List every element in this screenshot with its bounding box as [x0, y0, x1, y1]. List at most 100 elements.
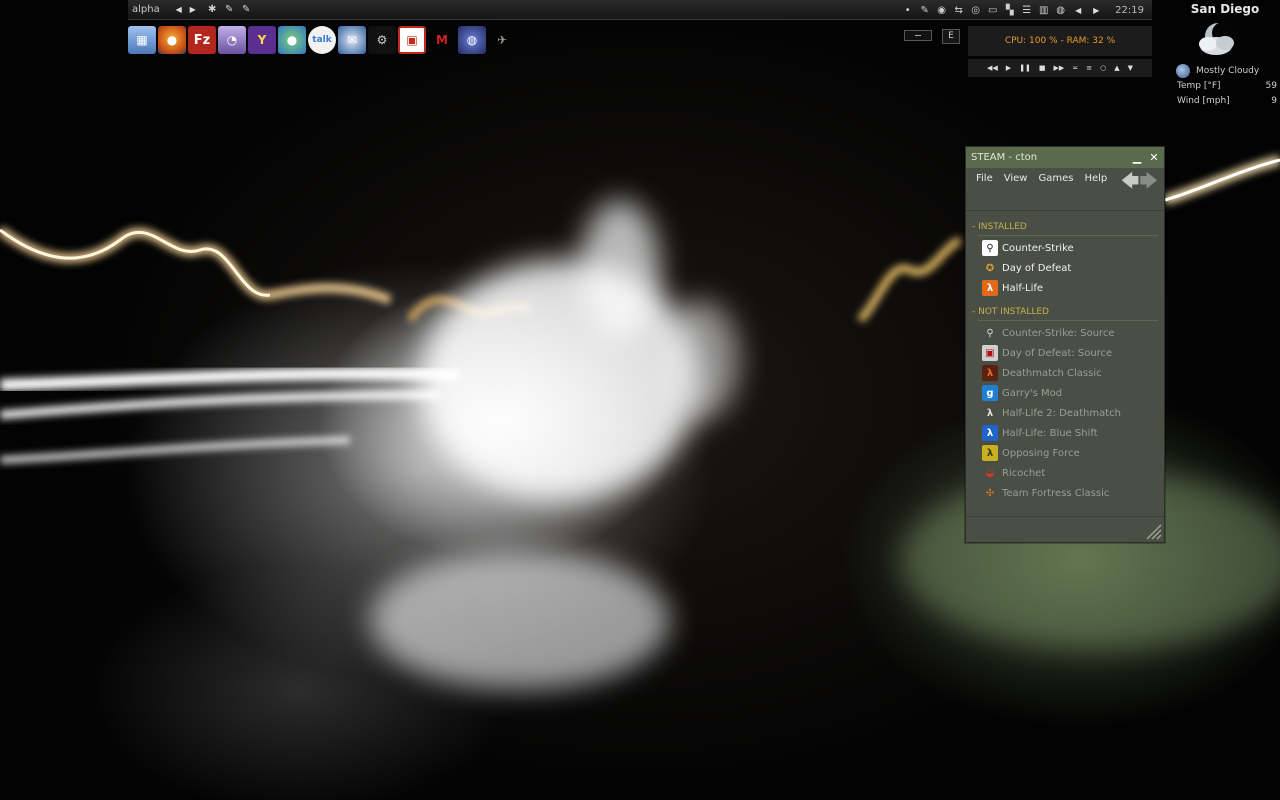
media-shuffle-button[interactable]: ≍: [1072, 64, 1078, 72]
game-row[interactable]: λ Deathmatch Classic: [972, 363, 1164, 383]
top-panel: alpha ◀ ▶ ✱ ✎ ✎ • ✎ ◉ ⇆ ◎ ▭ ▚ ☰ ▥ ◍ ◀ ▶ …: [128, 0, 1152, 20]
game-row[interactable]: ▣ Day of Defeat: Source: [972, 343, 1164, 363]
ball-icon[interactable]: ◍: [458, 26, 486, 54]
blueshift-icon: λ: [982, 425, 998, 441]
game-name: Half-Life: [1002, 282, 1044, 294]
opfor-icon: λ: [982, 445, 998, 461]
game-row[interactable]: λ Half-Life: [972, 278, 1164, 298]
clock[interactable]: 22:19: [1115, 5, 1144, 16]
wrench-icon[interactable]: ✎: [223, 3, 236, 16]
temp-row: Temp [°F] 59: [1177, 81, 1277, 91]
windows-messenger-icon[interactable]: ●: [278, 26, 306, 54]
computer-icon[interactable]: ▦: [128, 26, 156, 54]
network-icon[interactable]: ⇆: [952, 4, 965, 17]
menu-games[interactable]: Games: [1038, 173, 1073, 192]
next-workspace-button[interactable]: ▶: [186, 5, 200, 14]
notinstalled-games-list: ⚲ Counter-Strike: Source ▣ Day of Defeat: S…: [972, 323, 1164, 503]
left-tray: ✱ ✎ ✎: [206, 3, 253, 16]
menu-view[interactable]: View: [1004, 173, 1028, 192]
thunderbird-icon[interactable]: ✉: [338, 26, 366, 54]
installed-games-list: ⚲ Counter-Strike ✪ Day of Defeat λ Half-Life: [972, 238, 1164, 298]
filezilla-icon[interactable]: Fz: [188, 26, 216, 54]
settings-icon[interactable]: ✱: [206, 3, 219, 16]
volume-up-button[interactable]: ▲: [1114, 64, 1119, 72]
media-repeat-button[interactable]: ○: [1100, 64, 1106, 72]
game-row[interactable]: g Garry's Mod: [972, 383, 1164, 403]
steam-launcher-icon[interactable]: ⚙: [368, 26, 396, 54]
disk-icon[interactable]: ◎: [969, 4, 982, 17]
media-pause-button[interactable]: ❚❚: [1019, 64, 1031, 72]
game-row[interactable]: ⚲ Counter-Strike: [972, 238, 1164, 258]
game-row[interactable]: ⚲ Counter-Strike: Source: [972, 323, 1164, 343]
mini-indicator[interactable]: [904, 30, 932, 41]
temp-value: 59: [1265, 81, 1277, 91]
game-row[interactable]: ✣ Team Fortress Classic: [972, 483, 1164, 503]
dods-icon: ▣: [982, 345, 998, 361]
steam-icon[interactable]: ◉: [935, 4, 948, 17]
game-name: Half-Life: Blue Shift: [1002, 427, 1098, 439]
menu-file[interactable]: File: [976, 173, 993, 192]
navigation-arrows: 🡄 🡆: [1121, 173, 1158, 191]
game-name: Opposing Force: [1002, 447, 1080, 459]
monitor-icon[interactable]: ▭: [986, 4, 999, 17]
game-row[interactable]: ✪ Day of Defeat: [972, 258, 1164, 278]
minimize-button[interactable]: ▁: [1130, 151, 1144, 165]
window-icon[interactable]: ▚: [1003, 4, 1016, 17]
section-divider: [978, 235, 1158, 236]
firefox-icon[interactable]: ●: [158, 26, 186, 54]
dmc-icon: λ: [982, 365, 998, 381]
game-row[interactable]: λ Opposing Force: [972, 443, 1164, 463]
back-arrow-icon[interactable]: 🡄: [1121, 173, 1140, 191]
prev-workspace-button[interactable]: ◀: [172, 5, 186, 14]
steam-menubar: File View Games Help 🡄 🡆: [966, 168, 1164, 192]
yahoo-messenger-icon[interactable]: Y: [248, 26, 276, 54]
gaim-icon[interactable]: ◔: [218, 26, 246, 54]
weather-condition: Mostly Cloudy: [1196, 66, 1260, 76]
section-divider: [978, 320, 1158, 321]
mario-icon[interactable]: M: [428, 26, 456, 54]
tray-prev-button[interactable]: ◀: [1071, 6, 1085, 15]
game-row[interactable]: λ Half-Life: Blue Shift: [972, 423, 1164, 443]
close-button[interactable]: ✕: [1147, 151, 1161, 165]
game-name: Day of Defeat: Source: [1002, 347, 1113, 359]
google-talk-icon[interactable]: talk: [308, 26, 336, 54]
forward-arrow-icon[interactable]: 🡆: [1139, 173, 1158, 191]
resize-grip-icon[interactable]: [1144, 522, 1162, 540]
game-row[interactable]: ◒ Ricochet: [972, 463, 1164, 483]
game-name: Garry's Mod: [1002, 387, 1063, 399]
css-icon: ⚲: [982, 325, 998, 341]
tray-next-button[interactable]: ▶: [1089, 6, 1103, 15]
red-app-icon[interactable]: ▣: [398, 26, 426, 54]
wrench-icon[interactable]: ✎: [240, 3, 253, 16]
media-next-button[interactable]: ▶▶: [1054, 64, 1065, 72]
dot-icon[interactable]: •: [901, 4, 914, 17]
steam-titlebar[interactable]: STEAM - cton ▁ ✕: [966, 147, 1164, 168]
media-controls: ◀◀ ▶ ❚❚ ■ ▶▶ ≍ ≡ ○ ▲ ▼: [968, 59, 1152, 77]
media-playlist-button[interactable]: ≡: [1086, 64, 1092, 72]
notinstalled-header[interactable]: - NOT INSTALLED: [972, 304, 1164, 320]
list-icon[interactable]: ☰: [1020, 4, 1033, 17]
media-prev-button[interactable]: ◀◀: [987, 64, 998, 72]
aircraft-icon[interactable]: ✈: [488, 26, 516, 54]
window-title: STEAM - cton: [971, 152, 1038, 163]
workspace-name[interactable]: alpha: [132, 4, 160, 15]
steam-statusbar: [966, 516, 1164, 542]
hl2dm-icon: λ: [982, 405, 998, 421]
globe-icon: [1176, 64, 1190, 78]
game-name: Counter-Strike: [1002, 242, 1074, 254]
menu-help[interactable]: Help: [1084, 173, 1107, 192]
media-play-button[interactable]: ▶: [1006, 64, 1011, 72]
cs-icon: ⚲: [982, 240, 998, 256]
game-row[interactable]: λ Half-Life 2: Deathmatch: [972, 403, 1164, 423]
ricochet-icon: ◒: [982, 465, 998, 481]
gmod-icon: g: [982, 385, 998, 401]
media-stop-button[interactable]: ■: [1039, 64, 1046, 72]
system-tray: • ✎ ◉ ⇆ ◎ ▭ ▚ ☰ ▥ ◍ ◀ ▶ 22:19: [901, 0, 1144, 20]
installed-section: - INSTALLED ⚲ Counter-Strike ✪ Day of Defea…: [966, 219, 1164, 298]
wrench-icon[interactable]: ✎: [918, 4, 931, 17]
volume-down-button[interactable]: ▼: [1128, 64, 1133, 72]
installed-header[interactable]: - INSTALLED: [972, 219, 1164, 235]
signal-icon[interactable]: ▥: [1037, 4, 1050, 17]
e-button[interactable]: E: [942, 29, 960, 44]
audio-icon[interactable]: ◍: [1054, 4, 1067, 17]
